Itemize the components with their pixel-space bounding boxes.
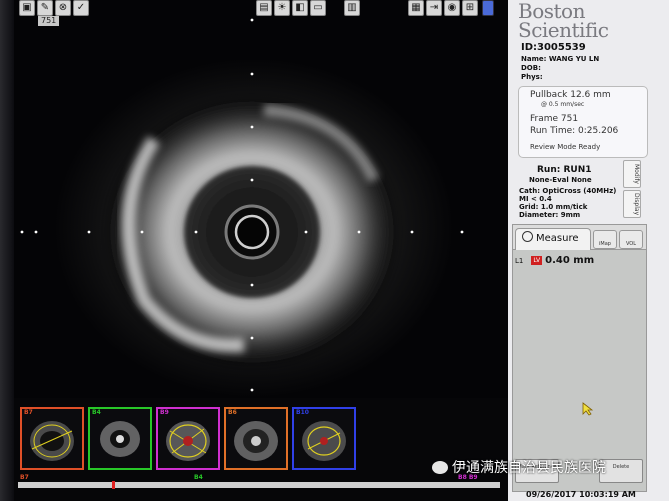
layers-icon[interactable]: ◧ <box>292 0 308 16</box>
monitor-icon[interactable]: ▭ <box>310 0 326 16</box>
lv-badge: LV <box>531 256 543 265</box>
monitor-bezel <box>0 0 14 501</box>
check-icon[interactable]: ✓ <box>73 0 89 16</box>
thumbnail-image <box>302 421 346 461</box>
patient-id: ID:3005539 <box>521 42 586 53</box>
patient-name: Name: WANG YU LN <box>521 55 600 63</box>
thumbnail-b4[interactable]: B4 <box>88 407 152 470</box>
hospital-watermark: 伊通满族自治县民族医院 <box>432 457 606 477</box>
patient-dob: DOB: <box>521 64 541 72</box>
pen-icon[interactable]: ✎ <box>37 0 53 16</box>
ruler-icon[interactable]: ▥ <box>344 0 360 16</box>
thumbnail-b6[interactable]: B6 <box>224 407 288 470</box>
thumbnail-image <box>234 421 278 461</box>
export-icon[interactable]: ⇥ <box>426 0 442 16</box>
ivus-image-view[interactable]: 751 ▣ ✎ ⊗ ✓ ▤ ☀ ◧ ▭ ▥ ▦ ⇥ ◉ ⊞ <box>14 0 508 398</box>
timeline-tag-b4: B4 <box>194 474 203 481</box>
camera-icon[interactable]: ◉ <box>444 0 460 16</box>
mode-status: Review Mode Ready <box>530 143 601 151</box>
catheter-type: Cath: OptiCross (40MHz) <box>519 187 617 195</box>
thumbnail-image <box>166 421 210 461</box>
thumbnail-b7[interactable]: B7 <box>20 407 84 470</box>
measure-panel: Measure iMap VOL L1 LV 0.40 mm Mark Refere… <box>512 224 647 492</box>
pullback-length: Pullback 12.6 mm <box>530 90 611 100</box>
run-info: Run: RUN1 None-Eval None Cath: OptiCross… <box>519 165 619 219</box>
mouse-cursor-icon <box>582 402 594 416</box>
thumbnail-label: B7 <box>24 409 33 416</box>
thumbnail-label: B6 <box>228 409 237 416</box>
bookmark-thumbnail-strip: B7 B4 B9 B6 B10 B7 B4 B8 B9 <box>14 398 508 501</box>
tab-imap[interactable]: iMap <box>593 230 617 249</box>
patient-phys: Phys: <box>521 73 543 81</box>
frame-number-tag: 751 <box>38 16 60 26</box>
tab-measure-label: Measure <box>536 233 579 244</box>
ivus-cross-section <box>20 18 464 398</box>
network-icon[interactable]: ⊞ <box>462 0 478 16</box>
mechanical-index: MI < 0.4 <box>519 195 552 203</box>
measure-tab-bar: Measure iMap VOL <box>513 225 646 250</box>
wechat-icon <box>432 461 448 474</box>
image-icon[interactable]: ▤ <box>256 0 272 16</box>
watermark-text: 伊通满族自治县民族医院 <box>452 460 606 476</box>
thumbnail-label: B4 <box>92 409 101 416</box>
thumbnail-label: B10 <box>296 409 309 416</box>
grid-scale: Grid: 1.0 mm/tick <box>519 203 588 211</box>
measurement-value: 0.40 mm <box>545 255 595 266</box>
thumbnail-label: B9 <box>160 409 169 416</box>
thumbnail-b9[interactable]: B9 <box>156 407 220 470</box>
run-title: Run: RUN1 <box>537 165 592 175</box>
thumbnail-image <box>30 421 74 461</box>
run-eval: None-Eval None <box>529 176 592 184</box>
ivus-screen: 751 ▣ ✎ ⊗ ✓ ▤ ☀ ◧ ▭ ▥ ▦ ⇥ ◉ ⊞ B7 B4 B9 B… <box>0 0 669 501</box>
bulb-icon[interactable]: ☀ <box>274 0 290 16</box>
battery-icon <box>482 0 494 16</box>
measure-icon <box>522 231 533 242</box>
display-diameter: Diameter: 9mm <box>519 211 581 219</box>
tab-vol[interactable]: VOL <box>619 230 643 249</box>
tab-measure[interactable]: Measure <box>515 228 591 250</box>
window-icon[interactable]: ▣ <box>19 0 35 16</box>
measurement-label: L1 <box>515 257 524 265</box>
catheter-core <box>234 214 270 250</box>
film-icon[interactable]: ▦ <box>408 0 424 16</box>
status-datetime: 09/26/2017 10:03:19 AM <box>526 490 636 499</box>
pullback-timeline[interactable]: B7 B4 B8 B9 <box>18 474 500 489</box>
side-tab-display[interactable]: Display <box>623 190 641 218</box>
frame-number: Frame 751 <box>530 114 579 124</box>
brand-line-2: Scientific <box>518 18 609 42</box>
measurement-row-l1[interactable]: L1 LV 0.40 mm <box>515 255 594 266</box>
target-icon[interactable]: ⊗ <box>55 0 71 16</box>
timeline-tag-b7: B7 <box>20 474 29 481</box>
thumbnail-b10[interactable]: B10 <box>292 407 356 470</box>
pullback-info-box: Pullback 12.6 mm @ 0.5 mm/sec Frame 751 … <box>518 86 648 158</box>
brand-logo: Boston Scientific <box>518 1 609 42</box>
pullback-speed: @ 0.5 mm/sec <box>541 101 585 108</box>
side-tab-modify[interactable]: Modify <box>623 160 641 188</box>
thumbnail-image <box>100 421 140 457</box>
run-time: Run Time: 0:25.206 <box>530 126 619 136</box>
timeline-cursor[interactable] <box>112 481 115 489</box>
